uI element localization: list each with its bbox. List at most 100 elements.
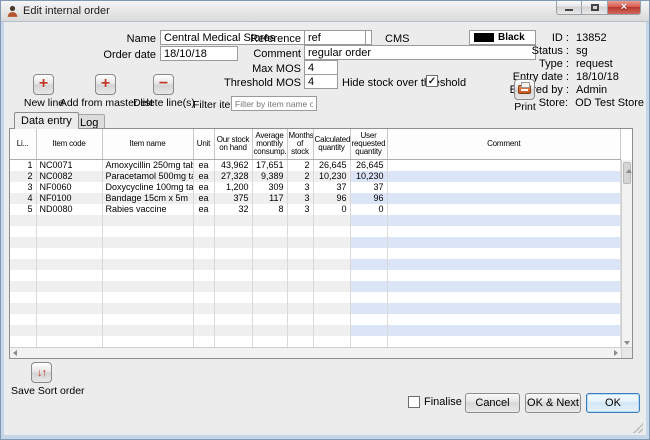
table-row: 1 NC0071 Amoxycillin 250mg tabs ea 43,962 17,… [10, 159, 621, 171]
ok-button[interactable]: OK [586, 393, 640, 413]
plus-icon: + [100, 74, 111, 92]
store-value: OD Test Store [575, 97, 644, 109]
cell-months[interactable]: 3 [287, 181, 314, 193]
resize-grip[interactable] [633, 423, 643, 433]
scroll-down-icon [624, 341, 630, 345]
empty-cell [102, 258, 194, 270]
delete-lines-button[interactable]: − [153, 74, 174, 95]
cell-comment[interactable] [387, 203, 621, 215]
empty-cell [36, 324, 103, 336]
cell-months[interactable]: 3 [287, 203, 314, 215]
column-header-unit[interactable]: Unit [193, 129, 215, 160]
empty-cell [252, 313, 288, 325]
cell-unit[interactable]: ea [193, 192, 215, 204]
cell-months[interactable]: 2 [287, 170, 314, 182]
column-header-amc[interactable]: Average monthly consump.. [252, 129, 288, 160]
order-date-input[interactable] [160, 46, 238, 61]
cell-code[interactable]: NC0071 [36, 159, 103, 171]
column-header-name[interactable]: Item name [102, 129, 194, 160]
cell-user[interactable]: 10,230 [350, 170, 388, 182]
cell-name[interactable]: Doxycycline 100mg tab [102, 181, 194, 193]
cell-comment[interactable] [387, 170, 621, 182]
cell-comment[interactable] [387, 181, 621, 193]
cell-name[interactable]: Amoxycillin 250mg tabs [102, 159, 194, 171]
cell-name[interactable]: Rabies vaccine [102, 203, 194, 215]
empty-cell [10, 225, 37, 237]
filter-items-input[interactable] [231, 96, 317, 111]
horizontal-scrollbar[interactable] [10, 347, 621, 358]
cell-calc[interactable]: 96 [313, 192, 351, 204]
cell-code[interactable]: NF0060 [36, 181, 103, 193]
cell-unit[interactable]: ea [193, 159, 215, 171]
cell-amc[interactable]: 117 [252, 192, 288, 204]
title-bar[interactable]: Edit internal order × [1, 1, 649, 22]
threshold-mos-input[interactable] [304, 74, 338, 89]
cell-amc[interactable]: 309 [252, 181, 288, 193]
ok-next-button[interactable]: OK & Next [525, 393, 581, 413]
cell-code[interactable]: NC0082 [36, 170, 103, 182]
column-header-comment[interactable]: Comment [387, 129, 621, 160]
cell-stock[interactable]: 27,328 [214, 170, 253, 182]
finalise-checkbox[interactable] [408, 396, 420, 408]
cell-amc[interactable]: 9,389 [252, 170, 288, 182]
cell-name[interactable]: Bandage 15cm x 5m [102, 192, 194, 204]
cell-comment[interactable] [387, 159, 621, 171]
add-from-master-list-button[interactable]: + [95, 74, 116, 95]
empty-cell [193, 280, 215, 292]
empty-cell [287, 247, 314, 259]
cell-user[interactable]: 37 [350, 181, 388, 193]
cell-line[interactable]: 5 [10, 203, 37, 215]
max-mos-input[interactable] [304, 60, 338, 75]
column-header-calc[interactable]: Calculated quantity [313, 129, 351, 160]
column-header-months[interactable]: Months of stock [287, 129, 314, 160]
save-sort-order-button[interactable]: ↓↑ [31, 362, 52, 383]
hide-stock-checkbox[interactable] [426, 75, 438, 87]
column-header-code[interactable]: Item code [36, 129, 103, 160]
cell-user[interactable]: 26,645 [350, 159, 388, 171]
threshold-mos-label: Threshold MOS [223, 77, 301, 89]
cell-stock[interactable]: 43,962 [214, 159, 253, 171]
name-label: Name [126, 33, 156, 45]
print-button[interactable] [514, 79, 535, 100]
cell-calc[interactable]: 0 [313, 203, 351, 215]
empty-cell [287, 280, 314, 292]
cell-months[interactable]: 2 [287, 159, 314, 171]
cell-code[interactable]: NF0100 [36, 192, 103, 204]
cell-unit[interactable]: ea [193, 170, 215, 182]
vertical-scrollbar[interactable] [621, 160, 632, 347]
close-button[interactable]: × [607, 1, 641, 15]
cell-unit[interactable]: ea [193, 203, 215, 215]
cell-unit[interactable]: ea [193, 181, 215, 193]
cell-calc[interactable]: 37 [313, 181, 351, 193]
info-id: ID : 13852 [551, 32, 607, 44]
new-line-button[interactable]: + [33, 74, 54, 95]
cell-name[interactable]: Paracetamol 500mg tabs [102, 170, 194, 182]
vscroll-thumb[interactable] [623, 162, 632, 184]
tab-data-entry[interactable]: Data entry [14, 112, 79, 129]
column-header-line[interactable]: Li... [10, 129, 37, 160]
reference-input[interactable] [304, 30, 366, 45]
cell-line[interactable]: 3 [10, 181, 37, 193]
cell-calc[interactable]: 26,645 [313, 159, 351, 171]
maximize-button[interactable] [582, 1, 607, 15]
cell-user[interactable]: 96 [350, 192, 388, 204]
cell-calc[interactable]: 10,230 [313, 170, 351, 182]
column-header-stock[interactable]: Our stock on hand [214, 129, 253, 160]
cell-line[interactable]: 1 [10, 159, 37, 171]
column-header-user[interactable]: User requested quantity [350, 129, 388, 160]
cell-line[interactable]: 4 [10, 192, 37, 204]
cancel-button[interactable]: Cancel [465, 393, 520, 413]
id-value: 13852 [576, 32, 607, 44]
cell-line[interactable]: 2 [10, 170, 37, 182]
cell-amc[interactable]: 8 [252, 203, 288, 215]
cell-stock[interactable]: 375 [214, 192, 253, 204]
minimize-button[interactable] [556, 1, 582, 15]
cell-amc[interactable]: 17,651 [252, 159, 288, 171]
empty-cell [36, 258, 103, 270]
cell-code[interactable]: ND0080 [36, 203, 103, 215]
cell-stock[interactable]: 32 [214, 203, 253, 215]
cell-comment[interactable] [387, 192, 621, 204]
cell-months[interactable]: 3 [287, 192, 314, 204]
cell-user[interactable]: 0 [350, 203, 388, 215]
cell-stock[interactable]: 1,200 [214, 181, 253, 193]
